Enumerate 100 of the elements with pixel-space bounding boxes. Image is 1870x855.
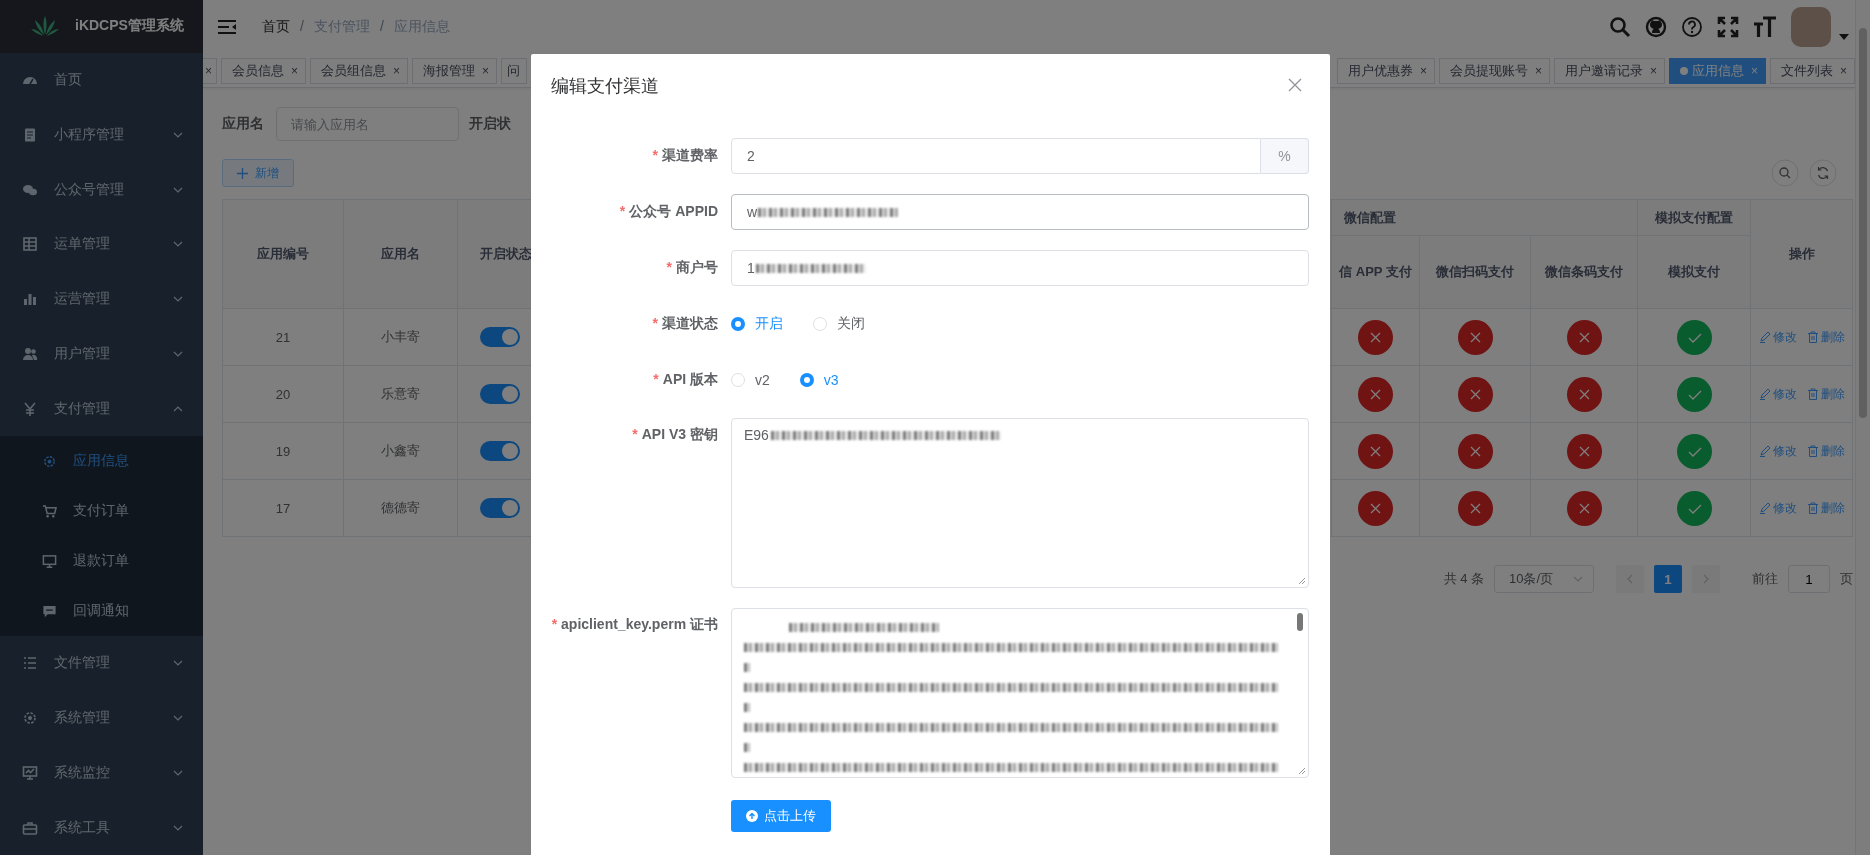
toggle-switch[interactable] [480,498,520,518]
gear-icon [42,453,57,469]
chevron-icon [173,769,183,776]
field-label: 应用名 [222,115,264,133]
trash-icon [1806,445,1819,457]
resize-handle-icon [1298,767,1306,775]
search-icon[interactable] [1609,16,1631,38]
field-label: 渠道费率 [662,147,718,163]
chevron-icon [173,660,183,667]
page-input[interactable]: 1 [1788,565,1830,593]
scrollbar-thumb[interactable] [1297,613,1303,631]
input-field[interactable]: 2 [731,138,1261,174]
tab[interactable]: 会员组信息 × [310,57,409,84]
radio-option[interactable]: v2 [731,372,770,388]
upload-button[interactable]: 点击上传 [731,800,831,832]
plus-icon [237,167,248,179]
avatar-placeholder[interactable] [1791,7,1831,47]
tab[interactable]: 应用信息 × [1668,57,1766,84]
column-group-header: 微信配置 [1332,200,1638,236]
page-suffix: 页 [1840,570,1853,588]
grid-icon [22,236,38,253]
radio-option[interactable]: 开启 [731,315,783,333]
edit-link[interactable]: 修改 [1758,442,1797,460]
tab[interactable]: 海报管理 × [412,57,498,84]
tab-close-button[interactable]: × [205,63,212,78]
sidebar-item[interactable]: 支付管理 [0,381,203,437]
edit-link[interactable]: 修改 [1758,499,1797,517]
breadcrumb-separator: / [300,18,304,36]
sidebar-item[interactable]: 回调通知 [0,586,203,637]
column-header: 信 APP 支付 [1332,236,1420,309]
fullscreen-icon[interactable] [1717,16,1739,38]
menu-icon[interactable] [217,19,237,35]
help-icon[interactable] [1681,16,1703,38]
tab-close-button[interactable]: × [291,63,299,78]
grass-logo-icon [30,15,60,38]
delete-link[interactable]: 删除 [1806,499,1845,517]
required-mark: * [653,371,659,387]
delete-link[interactable]: 删除 [1806,385,1845,403]
tab-close-button[interactable]: × [1534,63,1542,78]
scrollbar-thumb[interactable] [1859,28,1867,418]
bar-chart-icon [22,291,38,308]
textarea-field[interactable]: E96 [731,418,1309,588]
tab[interactable]: 会员提现账号 × [1438,57,1550,84]
delete-link[interactable]: 删除 [1806,442,1845,460]
tab[interactable]: × [203,57,217,84]
page-size-select[interactable]: 10条/页 [1494,565,1594,593]
toggle-switch[interactable] [480,384,520,404]
tab[interactable]: 文件列表 × [1770,57,1855,84]
field-label: apiclient_key.perm 证书 [561,616,718,632]
sidebar-item[interactable]: 退款订单 [0,536,203,587]
tab-close-button[interactable]: × [1649,63,1657,78]
tab-close-button[interactable]: × [393,63,401,78]
add-button[interactable]: 新增 [222,159,294,187]
upload-icon [746,810,758,822]
tab-close-button[interactable]: × [1750,63,1758,78]
sidebar-item[interactable]: 系统工具 [0,800,203,855]
sidebar-item[interactable]: 应用信息 [0,436,203,487]
radio-option[interactable]: 关闭 [813,315,865,333]
tab[interactable]: 用户优惠券 × [1336,57,1435,84]
sidebar-item[interactable]: 运单管理 [0,217,203,272]
toggle-switch[interactable] [480,327,520,347]
sidebar-item[interactable]: 文件管理 [0,636,203,691]
edit-link[interactable]: 修改 [1758,385,1797,403]
sidebar-item[interactable]: 运营管理 [0,271,203,327]
font-size-icon[interactable] [1753,16,1777,38]
sidebar-item[interactable]: 小程序管理 [0,107,203,163]
delete-link[interactable]: 删除 [1806,328,1845,346]
sidebar-item[interactable]: 系统管理 [0,690,203,746]
search-icon[interactable] [1771,159,1799,187]
gear-icon [22,710,38,727]
tab-close-button[interactable]: × [482,63,490,78]
sidebar-item[interactable]: 用户管理 [0,326,203,382]
sidebar-item[interactable]: 公众号管理 [0,162,203,218]
edit-link[interactable]: 修改 [1758,328,1797,346]
document-icon [22,126,38,143]
breadcrumb-item[interactable]: 首页 [262,18,290,36]
input-field[interactable]: w [731,194,1309,230]
sidebar-item[interactable]: 系统监控 [0,745,203,801]
sidebar-item[interactable]: 支付订单 [0,486,203,537]
table-cell: 21 [223,309,344,366]
page-number[interactable]: 1 [1654,565,1682,593]
close-icon[interactable] [1288,78,1302,92]
tab[interactable]: 用户邀请记录 × [1553,57,1665,84]
pencil-icon [1758,388,1771,400]
tab[interactable]: 会员信息 × [221,57,307,84]
toggle-switch[interactable] [480,441,520,461]
tab-close-button[interactable]: × [1840,63,1847,78]
caret-icon[interactable] [1839,34,1849,40]
goto-label: 前往 [1752,570,1778,588]
chevron-icon [173,824,183,831]
textarea-field[interactable] [731,608,1309,778]
list-icon [22,655,38,672]
chevron-icon [173,350,183,357]
input-field[interactable]: 1 [731,250,1309,286]
tab-close-button[interactable]: × [1419,63,1427,78]
pencil-icon [1758,445,1771,457]
radio-option[interactable]: v3 [799,372,839,388]
refresh-icon[interactable] [1809,159,1837,187]
trash-icon [1806,502,1819,514]
tab[interactable]: 问 [501,57,528,84]
